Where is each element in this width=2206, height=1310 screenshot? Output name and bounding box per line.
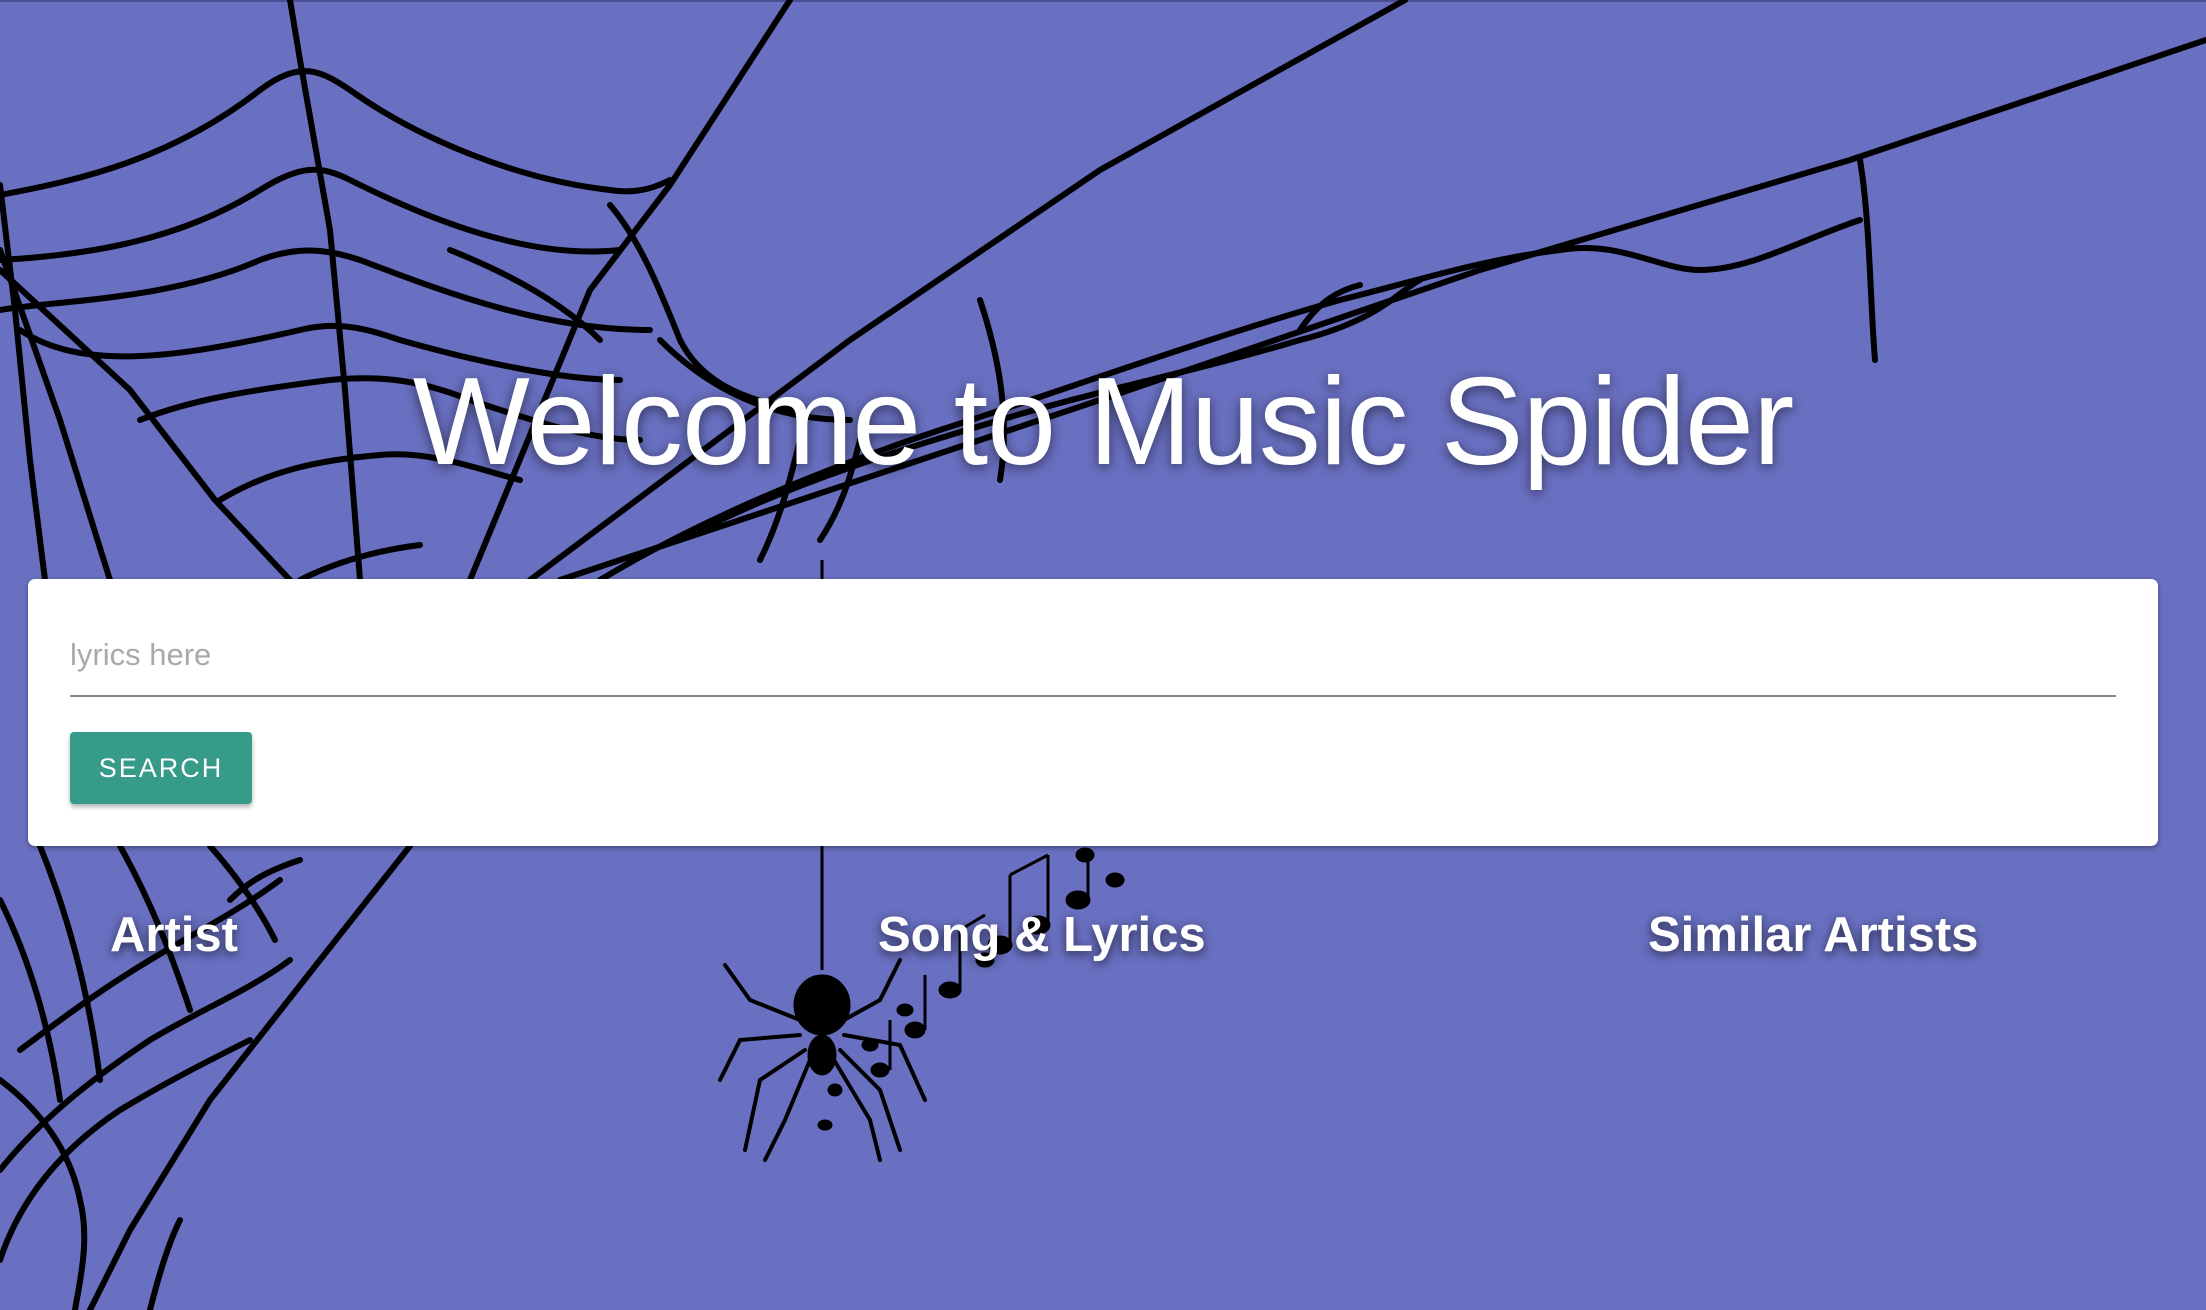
search-card: SEARCH — [28, 579, 2158, 846]
search-button[interactable]: SEARCH — [70, 732, 252, 804]
song-lyrics-heading: Song & Lyrics — [878, 908, 1206, 962]
lyrics-search-input[interactable] — [70, 615, 2116, 697]
page-title: Welcome to Music Spider — [412, 353, 1795, 491]
music-notes-icon — [817, 847, 1125, 1131]
similar-artists-heading: Similar Artists — [1648, 908, 1979, 962]
page: Welcome to Music Spider SEARCH Artist So… — [0, 0, 2206, 1310]
artist-heading: Artist — [110, 908, 238, 962]
